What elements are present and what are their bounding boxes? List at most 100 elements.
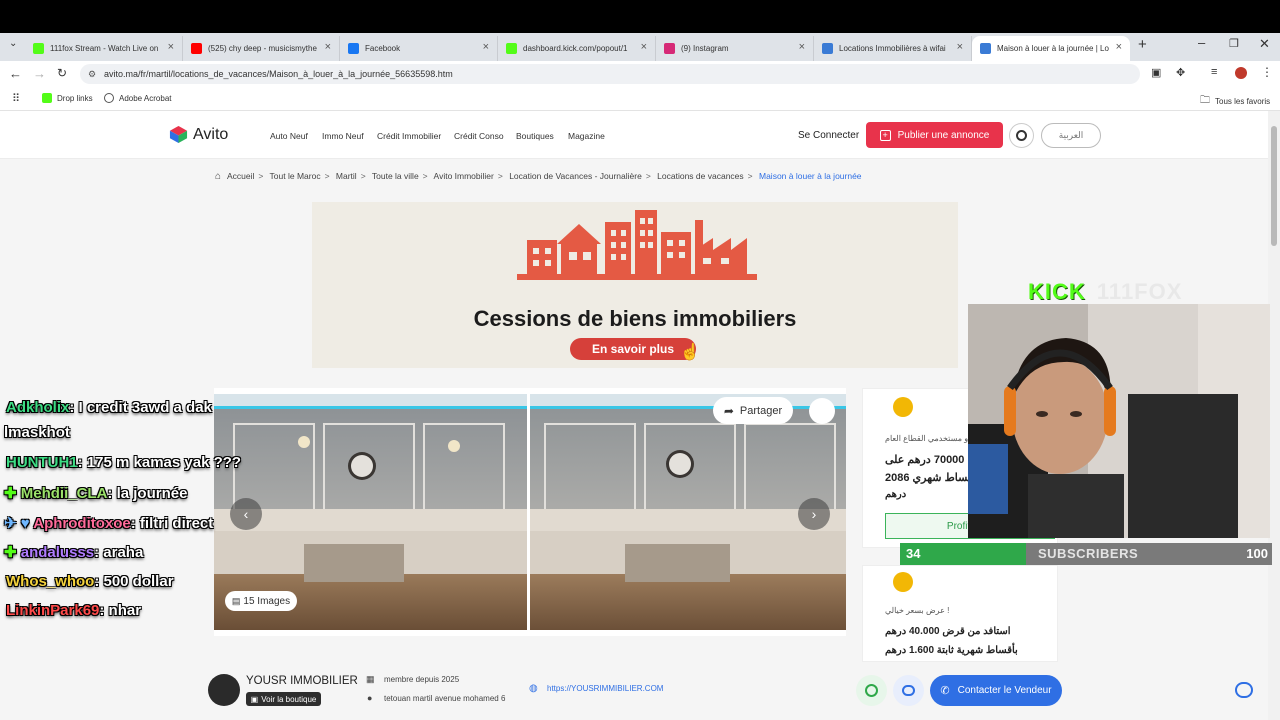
seller-avatar[interactable]: [208, 674, 240, 706]
crumb-maroc[interactable]: Tout le Maroc: [270, 171, 321, 181]
tab-close-icon[interactable]: ×: [799, 41, 805, 53]
nav-boutiques[interactable]: Boutiques: [516, 131, 554, 141]
crumb-location[interactable]: Location de Vacances - Journalière: [509, 171, 642, 181]
wafasalaf-logo: [893, 397, 913, 417]
crumb-accueil[interactable]: Accueil: [227, 171, 254, 181]
gallery-next-button[interactable]: ›: [798, 498, 830, 530]
tab-3[interactable]: Facebook ×: [340, 36, 498, 61]
crumb-ville[interactable]: Toute la ville: [372, 171, 419, 181]
forward-icon[interactable]: →: [33, 66, 46, 81]
tab-5[interactable]: (9) Instagram ×: [656, 36, 814, 61]
tab-favicon-icon: [33, 43, 44, 54]
whatsapp-button[interactable]: [856, 675, 887, 706]
chat-message: HUNTUH1: 175 m kamas yak ???: [6, 454, 241, 471]
new-tab-icon[interactable]: +: [1138, 36, 1147, 53]
chat-message: ✈ ♥ Aphroditoxoe: filtri direct: [4, 514, 213, 532]
crumb-immobilier[interactable]: Avito Immobilier: [434, 171, 494, 181]
nav-immo-neuf[interactable]: Immo Neuf: [322, 131, 364, 141]
chat-text: : nhar: [99, 602, 142, 619]
tab-close-icon[interactable]: ×: [641, 41, 647, 53]
profile-icon[interactable]: [1235, 67, 1247, 79]
tab-4[interactable]: dashboard.kick.com/popout/1 ×: [498, 36, 656, 61]
ad-banner[interactable]: Cessions de biens immobiliers En savoir …: [312, 202, 958, 368]
tab-7[interactable]: Maison à louer à la journée | Lo ×: [972, 36, 1130, 61]
menu-icon[interactable]: ⋮: [1261, 65, 1273, 79]
contact-seller-button[interactable]: ✆ Contacter le Vendeur: [930, 675, 1062, 706]
tab-close-icon[interactable]: ×: [483, 41, 489, 53]
gallery-prev-button[interactable]: ‹: [230, 498, 262, 530]
banner-cta-button[interactable]: En savoir plus: [570, 338, 696, 360]
tab-1[interactable]: 111fox Stream - Watch Live on ×: [25, 36, 183, 61]
puzzle-icon[interactable]: ✥: [1176, 66, 1185, 79]
avito-logo[interactable]: Avito: [169, 125, 228, 144]
help-chat-button[interactable]: [1230, 676, 1258, 704]
seller-website[interactable]: https://YOUSRIMMIBILIER.COM: [547, 684, 663, 693]
address-bar[interactable]: ⚙ avito.ma/fr/martil/locations_de_vacanc…: [80, 64, 1140, 84]
ad-line: 70000 درهم على: [885, 454, 965, 466]
nav-auto-neuf[interactable]: Auto Neuf: [270, 131, 308, 141]
media-icon[interactable]: ≡: [1211, 66, 1217, 78]
nav-magazine[interactable]: Magazine: [568, 131, 605, 141]
tab-close-icon[interactable]: ×: [168, 41, 174, 53]
chat-message: LinkinPark69: nhar: [6, 602, 141, 619]
scrollbar-thumb[interactable]: [1271, 126, 1277, 246]
tab-favicon-icon: [980, 43, 991, 54]
location-icon: ●: [367, 693, 373, 703]
seller-address: tetouan martil avenue mohamed 6: [384, 694, 506, 703]
chat-user: HUNTUH1: [6, 454, 78, 471]
bookmark-all[interactable]: 🗀 Tous les favoris: [1200, 93, 1270, 110]
bookmark-label: Adobe Acrobat: [119, 93, 172, 103]
close-window-icon[interactable]: ✕: [1259, 36, 1270, 52]
reload-icon[interactable]: ↻: [57, 66, 67, 80]
restore-icon[interactable]: ❐: [1229, 37, 1239, 50]
nav-credit-conso[interactable]: Crédit Conso: [454, 131, 504, 141]
tab-close-icon[interactable]: ×: [957, 41, 963, 53]
crumb-vacances[interactable]: Locations de vacances: [657, 171, 743, 181]
back-icon[interactable]: ←: [9, 66, 22, 81]
chat-user: LinkinPark69: [6, 602, 100, 619]
chat-text: : I credit 3awd a dak: [69, 399, 212, 416]
loan-ad-card-2[interactable]: عرض بسعر خيالي ! استافد من قرض 40.000 در…: [862, 565, 1058, 662]
publish-label: Publier une annonce: [897, 129, 990, 141]
extension-icon[interactable]: ▣: [1151, 66, 1161, 79]
images-icon: ▤: [231, 595, 241, 606]
message-button[interactable]: [893, 675, 924, 706]
publish-button[interactable]: + Publier une annonce: [866, 122, 1003, 148]
url-text: avito.ma/fr/martil/locations_de_vacances…: [104, 69, 453, 79]
tab-6[interactable]: Locations Immobilières à wifai ×: [814, 36, 972, 61]
bookmark-adobe[interactable]: Adobe Acrobat: [104, 93, 171, 103]
apps-icon[interactable]: ⠿: [12, 92, 20, 105]
avito-cube-icon: [169, 125, 188, 144]
cta-label: En savoir plus: [591, 342, 675, 356]
bookmarks-bar: ⠿ Drop links Adobe Acrobat 🗀 Tous les fa…: [0, 87, 1280, 111]
subscriber-goal-bar: 34 SUBSCRIBERS 100: [900, 543, 1272, 565]
nav-credit-immobilier[interactable]: Crédit Immobilier: [377, 131, 441, 141]
member-since: membre depuis 2025: [384, 675, 460, 684]
seller-name[interactable]: YOUSR IMMOBILIER: [246, 675, 358, 687]
favorite-button[interactable]: [809, 398, 835, 424]
chat-text: : la journée: [107, 485, 188, 502]
chat-user: Aphroditoxoe: [33, 515, 131, 532]
share-button[interactable]: ➦ Partager: [713, 397, 793, 424]
site-info-icon[interactable]: ⚙: [88, 64, 96, 84]
bookmark-drop-links[interactable]: Drop links: [42, 93, 93, 103]
login-link[interactable]: Se Connecter: [798, 130, 859, 141]
tab-close-icon[interactable]: ×: [1116, 41, 1122, 53]
chat-text: : araha: [94, 544, 144, 561]
tab-close-icon[interactable]: ×: [325, 41, 331, 53]
tab-favicon-icon: [506, 43, 517, 54]
logo-text: Avito: [193, 125, 229, 143]
language-button[interactable]: العربية: [1041, 123, 1101, 148]
tab-label: (525) chy deep - musicismythe: [208, 44, 317, 53]
chevron-right-icon: ›: [811, 506, 817, 522]
support-button[interactable]: [1009, 123, 1034, 148]
tab-search-icon[interactable]: ⌄: [9, 38, 17, 49]
minimize-icon[interactable]: –: [1198, 35, 1205, 50]
subscriber-label: SUBSCRIBERS: [1038, 546, 1139, 561]
streamer-webcam-image: [968, 304, 1270, 538]
badge-icon: ✚: [4, 485, 21, 502]
crumb-martil[interactable]: Martil: [336, 171, 357, 181]
tab-2[interactable]: (525) chy deep - musicismythe ×: [183, 36, 340, 61]
image-count-badge[interactable]: ▤ 15 Images: [225, 591, 297, 611]
shop-button[interactable]: ▣ Voir la boutique: [246, 692, 321, 706]
